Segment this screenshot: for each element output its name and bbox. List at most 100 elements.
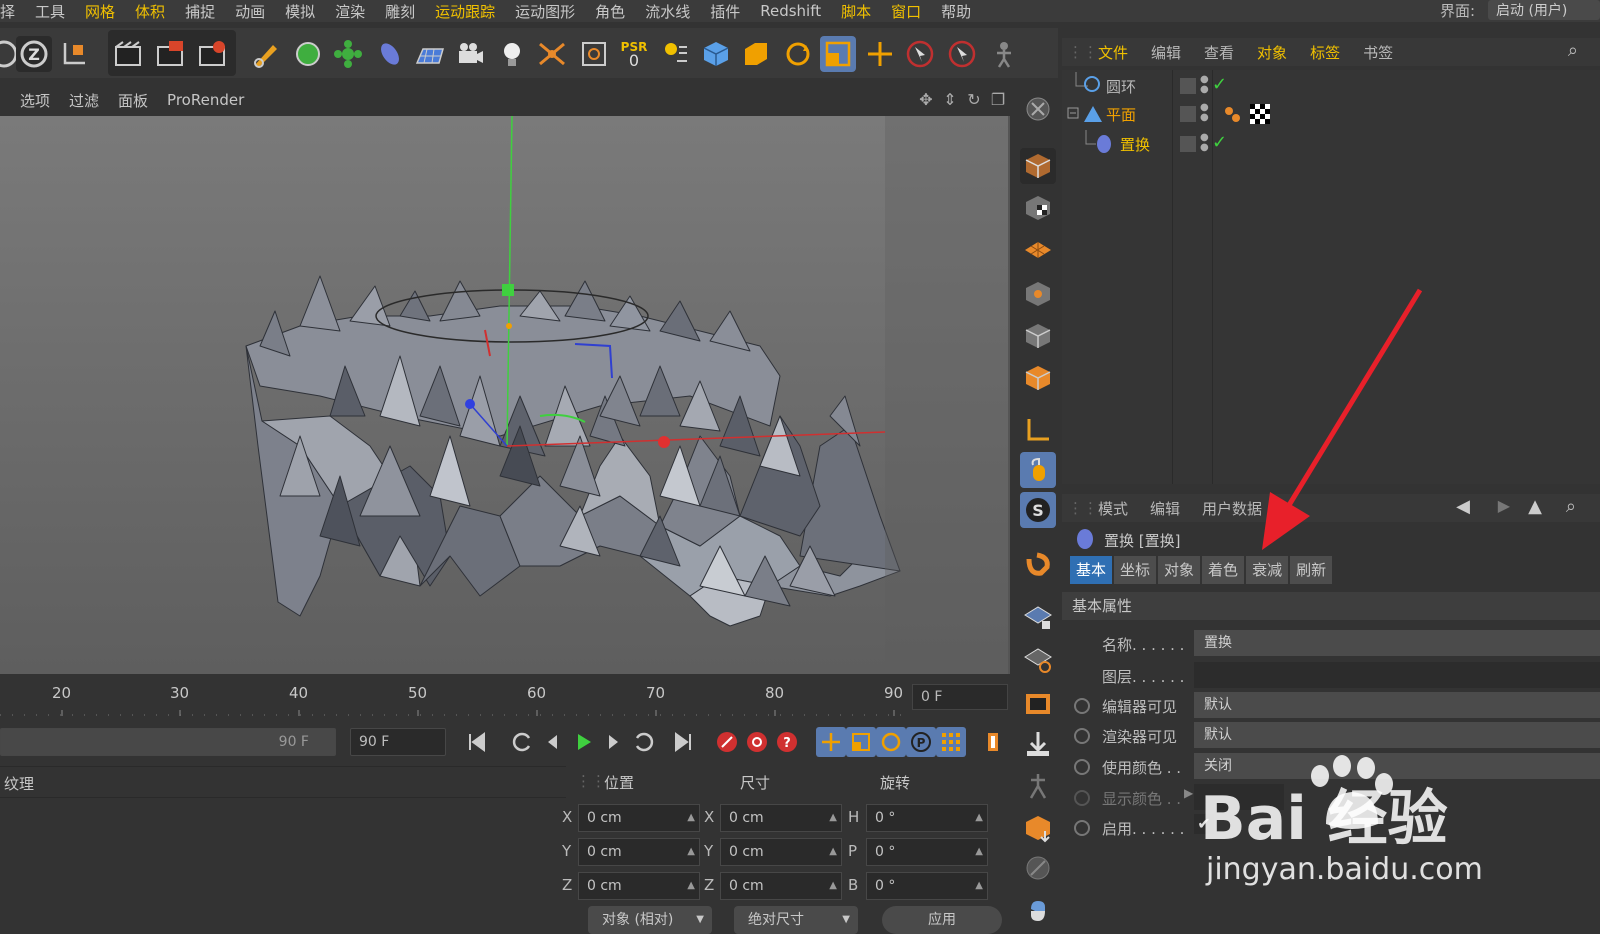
key-scale-icon[interactable] bbox=[846, 727, 876, 757]
snap-magnet-icon[interactable] bbox=[1020, 546, 1056, 582]
object-row-plane[interactable]: 平面 ● ● bbox=[1062, 100, 1600, 128]
next-key-icon[interactable] bbox=[628, 727, 658, 757]
menu-item-render[interactable]: 渲染 bbox=[325, 1, 375, 22]
size-x-field[interactable]: 0 cm▲▼ bbox=[720, 804, 842, 849]
3d-viewport[interactable] bbox=[0, 116, 1010, 674]
pen-tool-icon[interactable] bbox=[248, 36, 284, 72]
menu-item-mograph[interactable]: 运动图形 bbox=[505, 1, 585, 22]
expand-arrow-icon[interactable]: ▶ bbox=[1184, 786, 1193, 800]
menu-item-simulate[interactable]: 模拟 bbox=[275, 1, 325, 22]
size-y-field[interactable]: 0 cm▲▼ bbox=[720, 838, 842, 883]
snap-icon[interactable] bbox=[658, 36, 694, 72]
move-tool-icon[interactable] bbox=[862, 36, 898, 72]
material-tag-icon[interactable] bbox=[1250, 104, 1270, 124]
om-menu-bookmarks[interactable]: 书签 bbox=[1351, 42, 1404, 63]
apply-button[interactable]: 应用 bbox=[882, 906, 1002, 934]
layer-field[interactable] bbox=[1194, 662, 1600, 688]
polygons-mode-icon[interactable] bbox=[1020, 232, 1056, 268]
material-panel-title[interactable]: 纹理 bbox=[4, 773, 34, 794]
texture-mode-icon[interactable] bbox=[738, 36, 774, 72]
menu-item-animate[interactable]: 动画 bbox=[225, 1, 275, 22]
align-workplane-icon[interactable] bbox=[1020, 642, 1056, 678]
tweak-mode-icon[interactable] bbox=[1020, 452, 1056, 488]
play-icon[interactable] bbox=[568, 727, 598, 757]
model-mode-icon[interactable] bbox=[698, 36, 734, 72]
viewport-menu-prorender[interactable]: ProRender bbox=[157, 91, 253, 109]
size-mode-dropdown[interactable]: 绝对尺寸 ▼ bbox=[734, 906, 858, 934]
search-icon[interactable]: ⌕ bbox=[1568, 40, 1578, 61]
maximize-icon[interactable]: ❐ bbox=[988, 90, 1008, 110]
coord-mode-dropdown[interactable]: 对象 (相对) ▼ bbox=[588, 906, 712, 934]
scale-tool-icon[interactable] bbox=[820, 36, 856, 72]
axis-z-lock-icon[interactable]: Z bbox=[16, 36, 52, 72]
grip-icon[interactable]: ⋮⋮ bbox=[576, 772, 606, 790]
key-parameter-icon[interactable]: P bbox=[906, 727, 936, 757]
om-menu-tags[interactable]: 标签 bbox=[1298, 42, 1351, 63]
tab-shading[interactable]: 着色 bbox=[1202, 556, 1245, 584]
menu-item-help[interactable]: 帮助 bbox=[931, 1, 981, 22]
cube-primitive-icon[interactable] bbox=[290, 36, 326, 72]
viewport-menu-options[interactable]: 选项 bbox=[0, 90, 59, 111]
layer-icon[interactable] bbox=[1180, 136, 1196, 152]
layer-icon[interactable] bbox=[1180, 78, 1196, 94]
object-row-displacer[interactable]: 置换 ● ● ✓ bbox=[1062, 130, 1600, 158]
tab-coord[interactable]: 坐标 bbox=[1114, 556, 1157, 584]
coordinate-system-icon[interactable] bbox=[56, 36, 92, 72]
goto-start-icon[interactable] bbox=[462, 727, 492, 757]
next-frame-icon[interactable] bbox=[598, 727, 628, 757]
viewport-menu-filter[interactable]: 过滤 bbox=[59, 90, 108, 111]
auto-key-icon[interactable] bbox=[742, 727, 772, 757]
axis-mode-icon[interactable] bbox=[1020, 360, 1056, 396]
key-pla-icon[interactable] bbox=[936, 727, 966, 757]
render-visible-dropdown[interactable]: 默认 bbox=[1194, 722, 1600, 748]
xpresso-icon[interactable] bbox=[576, 36, 612, 72]
prev-frame-icon[interactable] bbox=[538, 727, 568, 757]
back-arrow-icon[interactable]: ◀ bbox=[1456, 496, 1470, 517]
tab-falloff[interactable]: 衰减 bbox=[1246, 556, 1289, 584]
name-field[interactable]: 置换 bbox=[1194, 630, 1600, 656]
menu-item-pipeline[interactable]: 流水线 bbox=[635, 1, 700, 22]
animate-radio-icon[interactable] bbox=[1074, 820, 1090, 836]
pan-icon[interactable]: ✥ bbox=[916, 90, 936, 110]
menu-item-mesh[interactable]: 网格 bbox=[75, 1, 125, 22]
end-frame-slider[interactable]: 90 F bbox=[0, 728, 336, 756]
enabled-check-icon[interactable]: ✓ bbox=[1212, 132, 1227, 153]
object-row-torus[interactable]: 圆环 ● ● ✓ bbox=[1062, 72, 1600, 100]
animate-radio-icon[interactable] bbox=[1074, 759, 1090, 775]
floor-icon[interactable] bbox=[412, 36, 448, 72]
animate-radio-icon[interactable] bbox=[1074, 790, 1090, 806]
menu-item-volume[interactable]: 体积 bbox=[125, 1, 175, 22]
om-menu-objects[interactable]: 对象 bbox=[1245, 42, 1298, 63]
character-pose-icon[interactable] bbox=[1020, 768, 1056, 804]
rotation-h-field[interactable]: 0 °▲▼ bbox=[866, 804, 988, 849]
end-frame-field[interactable]: 90 F bbox=[350, 728, 446, 756]
menu-item-window[interactable]: 窗口 bbox=[881, 1, 931, 22]
visibility-dots-icon[interactable]: ● ● bbox=[1200, 103, 1209, 123]
render-picture-viewer-icon[interactable] bbox=[152, 36, 188, 72]
viewport-menu-panel[interactable]: 面板 bbox=[108, 90, 157, 111]
y-handle[interactable] bbox=[502, 284, 514, 296]
attr-menu-mode[interactable]: 模式 bbox=[1086, 498, 1138, 519]
tab-object[interactable]: 对象 bbox=[1158, 556, 1201, 584]
menu-item-select[interactable]: 择 bbox=[0, 1, 25, 22]
grip-icon[interactable]: ⋮⋮ bbox=[1062, 499, 1098, 517]
scene-icon[interactable] bbox=[534, 36, 570, 72]
export-cube-icon[interactable] bbox=[1020, 810, 1056, 846]
attr-menu-edit[interactable]: 编辑 bbox=[1138, 498, 1190, 519]
workplane-icon[interactable] bbox=[1020, 412, 1056, 448]
camera-icon[interactable] bbox=[452, 36, 488, 72]
layer-icon[interactable] bbox=[1180, 106, 1196, 122]
select-tool-icon[interactable] bbox=[944, 36, 980, 72]
menu-item-snap[interactable]: 捕捉 bbox=[175, 1, 225, 22]
light-icon[interactable] bbox=[494, 36, 530, 72]
import-icon[interactable] bbox=[1020, 726, 1056, 762]
menu-item-character[interactable]: 角色 bbox=[585, 1, 635, 22]
position-z-field[interactable]: 0 cm▲▼ bbox=[578, 872, 700, 917]
object-mode-icon[interactable] bbox=[1020, 318, 1056, 354]
live-select-icon[interactable] bbox=[902, 36, 938, 72]
dolly-icon[interactable]: ⇕ bbox=[940, 90, 960, 110]
rotate-tool-icon[interactable] bbox=[780, 36, 816, 72]
editor-visible-dropdown[interactable]: 默认 bbox=[1194, 692, 1600, 718]
render-settings-icon[interactable] bbox=[194, 36, 230, 72]
make-editable-icon[interactable] bbox=[1020, 88, 1056, 130]
